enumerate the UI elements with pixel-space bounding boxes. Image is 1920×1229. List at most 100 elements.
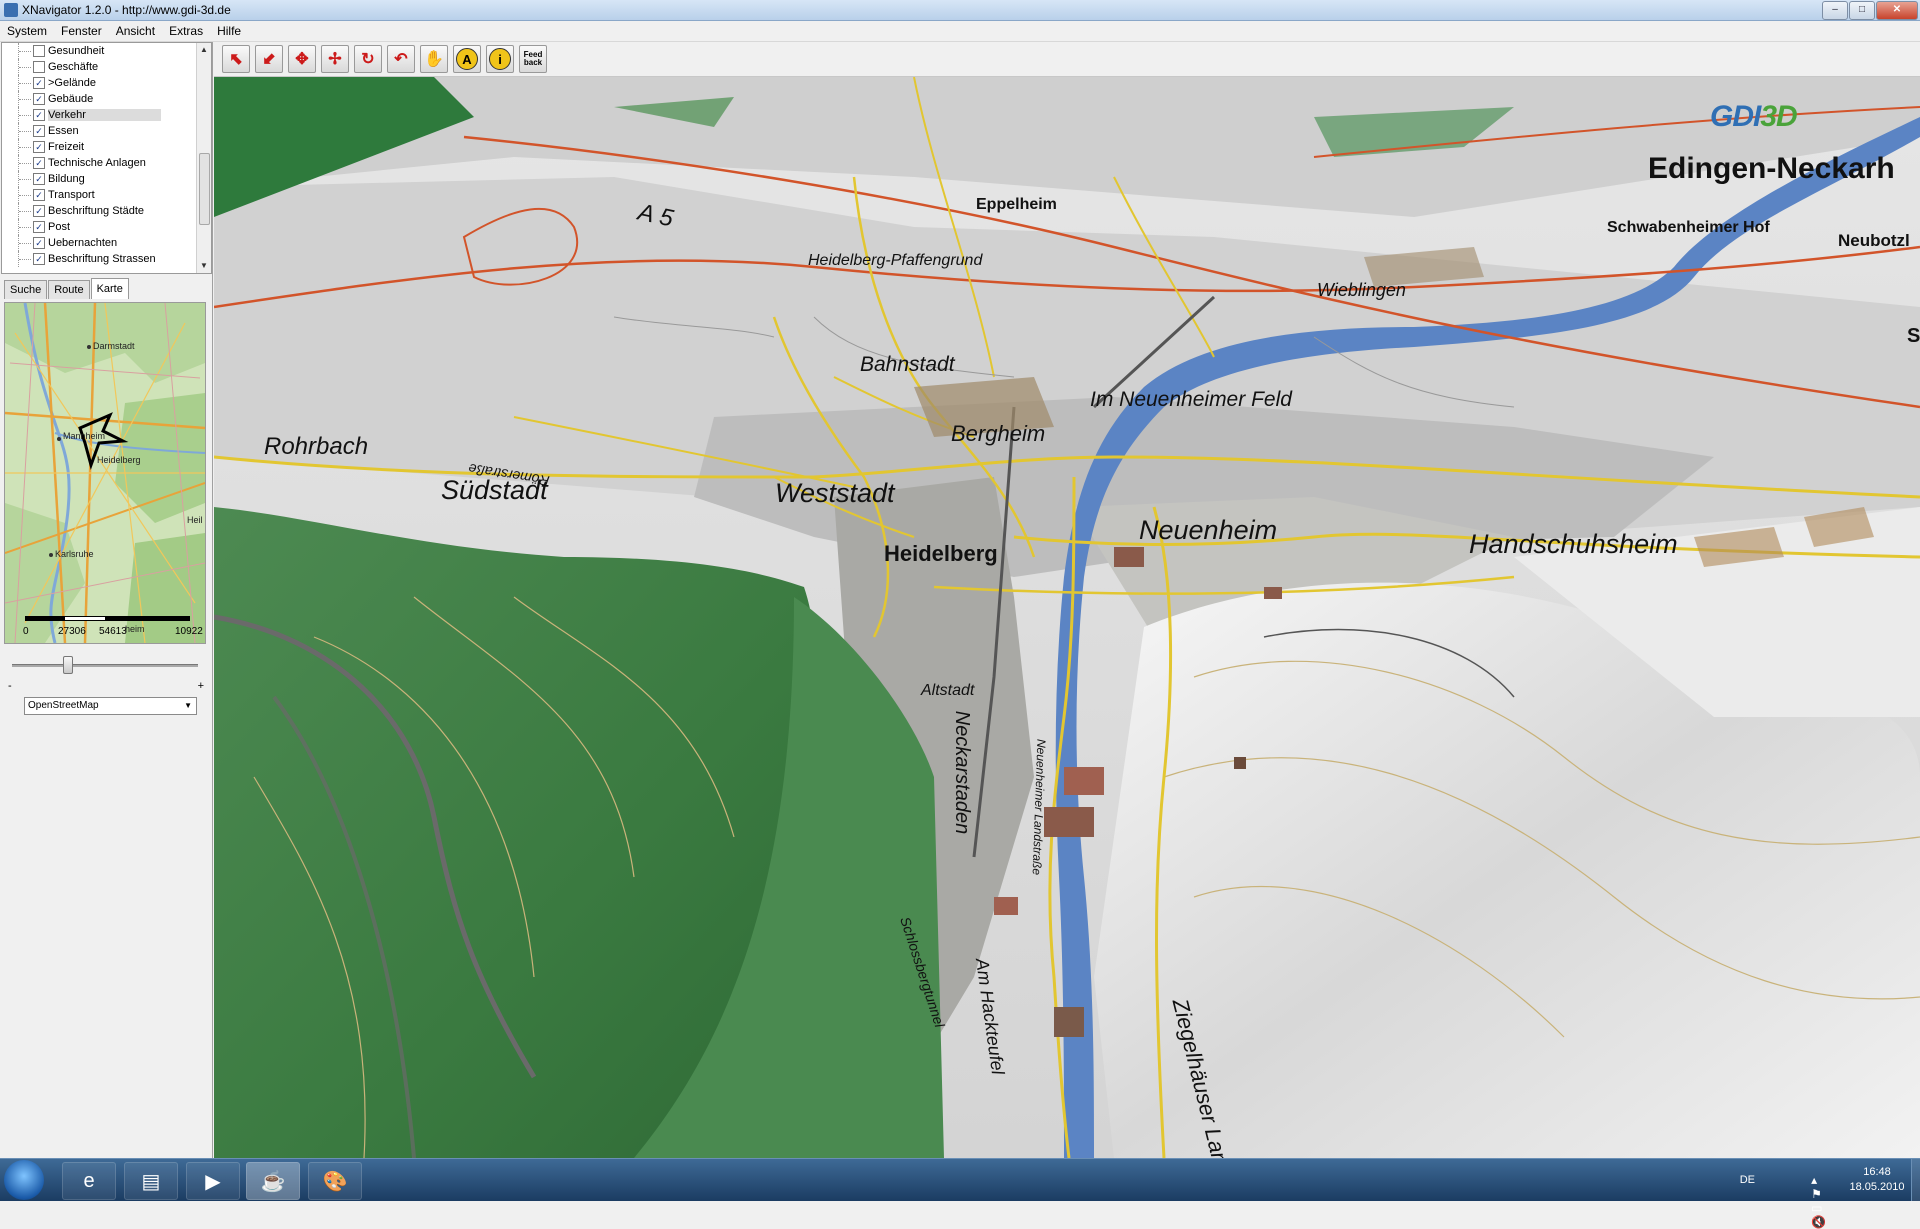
layer-checkbox[interactable] <box>33 45 45 57</box>
annotation-button[interactable]: A <box>453 45 481 73</box>
road-label: Neckarstaden <box>951 710 974 835</box>
rotate-icon: ↻ <box>361 51 375 68</box>
tray-icons[interactable]: ▴ ⚑ ▭ 🔇 <box>1811 1173 1830 1229</box>
scale-label: 27306 <box>58 626 86 637</box>
layer-item[interactable]: ✓ Verkehr <box>2 107 211 123</box>
back-button[interactable]: ↶ <box>387 45 415 73</box>
layer-tree-scrollbar[interactable]: ▲ ▼ <box>196 43 211 273</box>
title-bar: XNavigator 1.2.0 - http://www.gdi-3d.de … <box>0 0 1920 21</box>
place-label: Bergheim <box>951 421 1046 446</box>
chevron-down-icon[interactable]: ▼ <box>184 698 192 714</box>
overview-map[interactable]: Darmstadt Mannheim Heidelberg Heil Karls… <box>4 302 206 644</box>
java-icon: ☕ <box>260 1170 286 1193</box>
layer-item[interactable]: ✓ Bildung <box>2 171 211 187</box>
paint-taskbar-button[interactable]: 🎨 <box>308 1162 362 1200</box>
zoom-slider-thumb[interactable] <box>63 656 73 674</box>
close-button[interactable]: ✕ <box>1876 1 1918 20</box>
layer-item[interactable]: Gesundheit <box>2 43 211 59</box>
layer-label: Freizeit <box>48 141 85 153</box>
zoom-out-button[interactable]: ⬋ <box>255 45 283 73</box>
place-label: Bahnstadt <box>860 353 955 376</box>
overview-label-darmstadt: Darmstadt <box>93 341 135 351</box>
layer-checkbox[interactable]: ✓ <box>33 173 45 185</box>
left-panel: Gesundheit Geschäfte ✓ >Gelände ✓ Gebäude ✓ Ver… <box>0 42 213 1158</box>
menu-system[interactable]: System <box>0 21 54 41</box>
info-button[interactable]: i <box>486 45 514 73</box>
scale-label: 0 <box>23 626 29 637</box>
tab-route[interactable]: Route <box>48 280 90 299</box>
layer-label: >Gelände <box>48 77 97 89</box>
layer-label: Transport <box>48 189 95 201</box>
zoom-in-button[interactable]: ⬉ <box>222 45 250 73</box>
menu-hilfe[interactable]: Hilfe <box>210 21 248 41</box>
feedback-button[interactable]: Feed back <box>519 45 547 73</box>
explorer-taskbar-button[interactable]: ▤ <box>124 1162 178 1200</box>
layer-item[interactable]: ✓ Freizeit <box>2 139 211 155</box>
layer-item[interactable]: ✓ Essen <box>2 123 211 139</box>
layer-item[interactable]: Geschäfte <box>2 59 211 75</box>
minimize-button[interactable]: – <box>1822 1 1848 20</box>
layer-checkbox[interactable]: ✓ <box>33 237 45 249</box>
layer-item[interactable]: ✓ >Gelände <box>2 75 211 91</box>
layer-item[interactable]: ✓ Gebäude <box>2 91 211 107</box>
menu-ansicht[interactable]: Ansicht <box>109 21 162 41</box>
scroll-down-icon[interactable]: ▼ <box>197 259 211 273</box>
move-button[interactable]: ✢ <box>321 45 349 73</box>
basemap-select[interactable]: OpenStreetMap ▼ <box>24 697 197 715</box>
place-label: Heidelberg-Pfaffengrund <box>808 252 983 269</box>
layer-checkbox[interactable]: ✓ <box>33 93 45 105</box>
layer-checkbox[interactable]: ✓ <box>33 253 45 265</box>
place-label: Altstadt <box>921 682 975 699</box>
place-label: Weststadt <box>775 478 895 508</box>
pan-button[interactable]: ✥ <box>288 45 316 73</box>
layer-checkbox[interactable]: ✓ <box>33 125 45 137</box>
place-label: Rohrbach <box>264 433 369 460</box>
ie-taskbar-button[interactable]: e <box>62 1162 116 1200</box>
layer-label: Post <box>48 221 71 233</box>
zoom-plus-label: + <box>197 680 204 692</box>
panel-tabs: Suche Route Karte <box>4 278 130 300</box>
map-3d-view[interactable]: GDI3D Edingen-Neckarh Schwabenheimer Hof… <box>214 77 1920 1158</box>
maximize-button[interactable]: □ <box>1849 1 1875 20</box>
layer-label: Gesundheit <box>48 45 105 57</box>
place-label: Wieblingen <box>1317 280 1406 300</box>
layer-checkbox[interactable]: ✓ <box>33 77 45 89</box>
layer-checkbox[interactable]: ✓ <box>33 141 45 153</box>
scale-bar <box>25 616 190 621</box>
scroll-up-icon[interactable]: ▲ <box>197 43 211 57</box>
tab-karte[interactable]: Karte <box>90 278 129 299</box>
hand-button[interactable]: ✋ <box>420 45 448 73</box>
layer-checkbox[interactable]: ✓ <box>33 205 45 217</box>
layer-item[interactable]: ✓ Uebernachten <box>2 235 211 251</box>
map-dot <box>57 437 61 441</box>
layer-label: Uebernachten <box>48 237 118 249</box>
layer-item[interactable]: ✓ Post <box>2 219 211 235</box>
media-player-taskbar-button[interactable]: ▶ <box>186 1162 240 1200</box>
zoom-slider[interactable]: - + <box>8 654 204 692</box>
layer-item[interactable]: ✓ Transport <box>2 187 211 203</box>
menu-extras[interactable]: Extras <box>162 21 210 41</box>
layer-checkbox[interactable]: ✓ <box>33 221 45 233</box>
layer-checkbox[interactable]: ✓ <box>33 157 45 169</box>
start-button[interactable] <box>4 1160 44 1200</box>
show-desktop-button[interactable] <box>1911 1159 1920 1201</box>
language-indicator[interactable]: DE <box>1740 1174 1755 1186</box>
scroll-thumb[interactable] <box>199 153 210 225</box>
place-label: Eppelheim <box>976 196 1057 213</box>
java-taskbar-button[interactable]: ☕ <box>246 1162 300 1200</box>
clock[interactable]: 16:48 18.05.2010 <box>1844 1165 1910 1195</box>
layer-checkbox[interactable]: ✓ <box>33 189 45 201</box>
layer-item[interactable]: ✓ Technische Anlagen <box>2 155 211 171</box>
layer-item[interactable]: ✓ Beschriftung Städte <box>2 203 211 219</box>
layer-label: Beschriftung Städte <box>48 205 145 217</box>
layer-checkbox[interactable]: ✓ <box>33 109 45 121</box>
menu-fenster[interactable]: Fenster <box>54 21 109 41</box>
scale-label: 10922 <box>175 626 203 637</box>
back-icon: ↶ <box>394 51 408 68</box>
tab-suche[interactable]: Suche <box>4 280 48 299</box>
layer-checkbox[interactable] <box>33 61 45 73</box>
pan-icon: ✥ <box>295 51 309 68</box>
zoom-slider-track[interactable] <box>12 664 198 667</box>
layer-item[interactable]: ✓ Beschriftung Strassen <box>2 251 211 267</box>
rotate-button[interactable]: ↻ <box>354 45 382 73</box>
